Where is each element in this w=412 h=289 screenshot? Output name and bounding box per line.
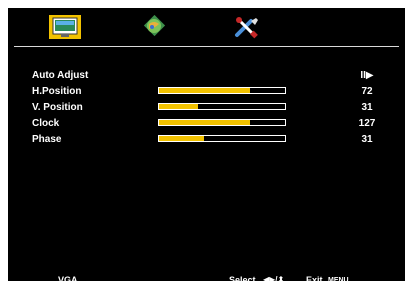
h-position-slider-fill [159, 88, 250, 93]
phase-slider[interactable] [158, 135, 286, 142]
v-position-slider[interactable] [158, 103, 286, 110]
exit-hint-label: Exit [306, 275, 323, 285]
phase-slider-fill [159, 136, 205, 141]
tools-icon[interactable] [231, 15, 263, 39]
phase-value: 31 [361, 134, 373, 145]
h-position-label[interactable]: H.Position [32, 86, 81, 98]
h-position-value: 72 [361, 86, 373, 97]
v-position-slider-fill [159, 104, 199, 109]
header-divider [14, 46, 399, 47]
phase-label[interactable]: Phase [32, 134, 61, 146]
clock-slider-fill [159, 120, 250, 125]
clock-value: 127 [358, 118, 376, 129]
h-position-slider[interactable] [158, 87, 286, 94]
select-hint-label: Select [229, 275, 256, 285]
monitor-icon[interactable] [49, 15, 81, 39]
v-position-label[interactable]: V. Position [32, 102, 83, 114]
osd-menu: Auto Adjust II▶ H.Position 72 V. Positio… [8, 8, 405, 285]
auto-adjust-label[interactable]: Auto Adjust [32, 70, 88, 82]
clock-label[interactable]: Clock [32, 118, 59, 130]
color-globe-icon[interactable] [138, 14, 170, 39]
v-position-value: 31 [361, 102, 373, 113]
monitor-screen: Auto Adjust II▶ H.Position 72 V. Positio… [0, 0, 412, 289]
navigation-arrows-icon: ◀▶/⬍ [263, 275, 285, 284]
auto-adjust-execute-icon[interactable]: II▶ [352, 70, 382, 82]
clock-slider[interactable] [158, 119, 286, 126]
input-source-label: VGA [58, 275, 78, 285]
menu-key-label: MENU [328, 277, 349, 284]
